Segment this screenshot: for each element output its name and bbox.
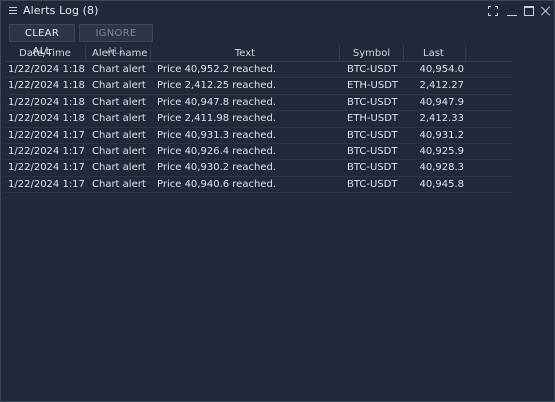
cell-last: 40,954.0 <box>419 64 464 75</box>
cell-text: Price 2,412.25 reached. <box>157 80 276 92</box>
cell-symbol: BTC-USDT <box>347 145 398 157</box>
cell-alert-name: Chart alert <box>92 129 146 141</box>
table-row[interactable]: 1/22/2024 1:17... Chart alert Price 40,930… <box>5 160 513 177</box>
cell-symbol: ETH-USDT <box>347 80 399 92</box>
table-row[interactable]: 1/22/2024 1:18... Chart alert Price 40,947… <box>5 95 513 112</box>
column-header-symbol[interactable]: Symbol <box>340 45 404 62</box>
cell-datetime: 1/22/2024 1:17... <box>8 178 86 190</box>
cell-last: 40,945.8 <box>419 178 464 190</box>
cell-symbol: ETH-USDT <box>347 113 399 125</box>
column-header-empty <box>466 45 513 62</box>
cell-datetime: 1/22/2024 1:17... <box>8 129 86 141</box>
cell-last: 40,928.3 <box>419 162 464 174</box>
table-row[interactable]: 1/22/2024 1:17... Chart alert Price 40,940… <box>5 177 513 194</box>
cell-text: Price 40,947.8 reached. <box>157 96 276 108</box>
cell-alert-name: Chart alert <box>92 162 146 174</box>
minimize-icon[interactable] <box>507 6 517 16</box>
table-row[interactable]: 1/22/2024 1:18... Chart alert Price 2,411.… <box>5 111 513 128</box>
cell-symbol: BTC-USDT <box>347 64 398 75</box>
column-header-text[interactable]: Text <box>151 45 340 62</box>
cell-text: Price 40,940.6 reached. <box>157 178 276 190</box>
toolbar: CLEAR ALL IGNORE ALL <box>9 24 153 57</box>
cell-alert-name: Chart alert <box>92 64 146 75</box>
column-header-last[interactable]: Last <box>404 45 466 62</box>
table-row[interactable]: 1/22/2024 1:18... Chart alert Price 2,412.… <box>5 78 513 95</box>
cell-last: 2,412.27 <box>419 80 464 92</box>
cell-text: Price 2,411.98 reached. <box>157 113 276 125</box>
close-icon[interactable] <box>541 6 551 16</box>
cell-datetime: 1/22/2024 1:17... <box>8 162 86 174</box>
cell-datetime: 1/22/2024 1:17... <box>8 145 86 157</box>
cell-last: 40,925.9 <box>419 145 464 157</box>
table-row[interactable]: 1/22/2024 1:18... Chart alert Price 40,952… <box>5 62 513 79</box>
clear-all-button[interactable]: CLEAR ALL <box>9 24 75 57</box>
cell-datetime: 1/22/2024 1:18... <box>8 64 86 75</box>
cell-symbol: BTC-USDT <box>347 96 398 108</box>
window-title: Alerts Log (8) <box>23 4 99 17</box>
column-header-datetime[interactable]: Date/Time <box>5 45 86 62</box>
expand-icon[interactable] <box>488 6 498 16</box>
table-body: 1/22/2024 1:18... Chart alert Price 40,952… <box>5 62 513 194</box>
cell-alert-name: Chart alert <box>92 80 146 92</box>
cell-text: Price 40,926.4 reached. <box>157 145 276 157</box>
cell-datetime: 1/22/2024 1:18... <box>8 80 86 92</box>
cell-alert-name: Chart alert <box>92 178 146 190</box>
cell-alert-name: Chart alert <box>92 113 146 125</box>
table-row[interactable]: 1/22/2024 1:17... Chart alert Price 40,926… <box>5 144 513 161</box>
cell-symbol: BTC-USDT <box>347 129 398 141</box>
cell-last: 40,947.9 <box>419 96 464 108</box>
cell-symbol: BTC-USDT <box>347 162 398 174</box>
cell-datetime: 1/22/2024 1:18... <box>8 96 86 108</box>
cell-symbol: BTC-USDT <box>347 178 398 190</box>
table-header: Date/Time Alert name Text Symbol Last <box>5 45 513 62</box>
alerts-log-window: Alerts Log (8) CLEAR ALL IGNORE ALL Date… <box>0 0 555 402</box>
cell-alert-name: Chart alert <box>92 96 146 108</box>
cell-alert-name: Chart alert <box>92 145 146 157</box>
column-header-alert-name[interactable]: Alert name <box>86 45 151 62</box>
maximize-icon[interactable] <box>524 6 534 16</box>
cell-text: Price 40,930.2 reached. <box>157 162 276 174</box>
title-bar: Alerts Log (8) <box>1 1 554 21</box>
hamburger-menu-icon[interactable] <box>9 7 17 14</box>
alerts-table: Date/Time Alert name Text Symbol Last 1/… <box>5 45 513 194</box>
cell-last: 2,412.33 <box>419 113 464 125</box>
cell-last: 40,931.2 <box>419 129 464 141</box>
cell-datetime: 1/22/2024 1:18... <box>8 113 86 125</box>
table-row[interactable]: 1/22/2024 1:17... Chart alert Price 40,931… <box>5 128 513 144</box>
cell-text: Price 40,952.2 reached. <box>157 64 276 75</box>
cell-text: Price 40,931.3 reached. <box>157 129 276 141</box>
ignore-all-button[interactable]: IGNORE ALL <box>79 24 153 57</box>
